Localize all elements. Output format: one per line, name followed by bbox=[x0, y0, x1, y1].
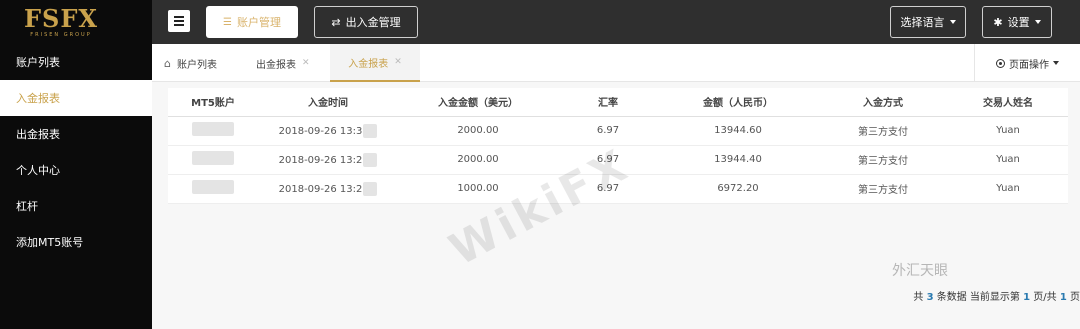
sidebar: FSFX FRISEN GROUP 账户列表 入金报表 出金报表 个人中心 杠杆… bbox=[0, 0, 152, 329]
sidebar-item-label: 账户列表 bbox=[16, 56, 60, 69]
column-header: 交易人姓名 bbox=[948, 88, 1068, 117]
sidebar-item-personal-center[interactable]: 个人中心 bbox=[0, 152, 152, 188]
redacted-segment bbox=[363, 123, 378, 138]
usd-cell: 1000.00 bbox=[398, 174, 558, 204]
sidebar-item-deposit-report[interactable]: 入金报表 bbox=[0, 80, 152, 116]
close-icon[interactable]: ✕ bbox=[394, 57, 402, 67]
time-cell: 2018-09-26 13:3 bbox=[258, 116, 398, 146]
brand-logo[interactable]: FSFX FRISEN GROUP bbox=[0, 0, 152, 44]
fund-management-button[interactable]: ⇄ 出入金管理 bbox=[314, 6, 418, 38]
close-icon[interactable]: ✕ bbox=[302, 58, 310, 68]
fund-management-label: 出入金管理 bbox=[345, 16, 401, 29]
hamburger-menu-icon[interactable] bbox=[168, 10, 190, 32]
logo-tagline: FRISEN GROUP bbox=[30, 31, 92, 38]
wechat-watermark: 外汇天眼 bbox=[892, 263, 948, 279]
deposit-table: MT5账户 入金时间 入金金额（美元） 汇率 金额（人民币） 入金方式 交易人姓… bbox=[168, 88, 1068, 204]
tab-account-list[interactable]: ⌂ 账户列表 bbox=[164, 44, 217, 82]
rate-cell: 6.97 bbox=[558, 174, 658, 204]
pager-suffix: 页 bbox=[1070, 292, 1080, 303]
time-cell: 2018-09-26 13:2 bbox=[258, 174, 398, 204]
pager-prefix: 共 bbox=[913, 292, 924, 303]
account-management-button[interactable]: ☰ 账户管理 bbox=[206, 6, 298, 38]
method-cell: 第三方支付 bbox=[818, 116, 948, 146]
sidebar-item-label: 入金报表 bbox=[16, 92, 60, 105]
table-row: 2018-09-26 13:3 2000.00 6.97 13944.60 第三… bbox=[168, 116, 1068, 146]
cny-cell: 13944.60 bbox=[658, 116, 818, 146]
language-label: 选择语言 bbox=[900, 16, 945, 29]
tab-label: 出金报表 bbox=[256, 59, 296, 71]
account-cell bbox=[168, 116, 258, 146]
pager-total: 3 bbox=[926, 292, 934, 303]
tab-label: 账户列表 bbox=[176, 59, 217, 71]
time-cell: 2018-09-26 13:2 bbox=[258, 145, 398, 175]
column-header: 入金金额（美元） bbox=[398, 88, 558, 117]
language-select-button[interactable]: 选择语言 bbox=[890, 6, 966, 38]
column-header: MT5账户 bbox=[168, 88, 258, 117]
pager-slash: 页/共 bbox=[1033, 292, 1057, 303]
usd-cell: 2000.00 bbox=[398, 145, 558, 175]
home-icon: ⌂ bbox=[164, 56, 171, 70]
page-operations-button[interactable]: 页面操作 bbox=[974, 44, 1080, 82]
table-row: 2018-09-26 13:2 2000.00 6.97 13944.40 第三… bbox=[168, 145, 1068, 175]
table-row: 2018-09-26 13:2 1000.00 6.97 6972.20 第三方… bbox=[168, 174, 1068, 204]
sidebar-item-label: 个人中心 bbox=[16, 164, 60, 177]
time-value: 2018-09-26 13:3 bbox=[278, 125, 363, 137]
caret-down-icon bbox=[949, 20, 956, 24]
pager-pages: 1 bbox=[1059, 292, 1067, 303]
tab-deposit-report[interactable]: 入金报表 ✕ bbox=[330, 44, 420, 82]
redacted-segment bbox=[363, 152, 378, 167]
column-header: 汇率 bbox=[558, 88, 658, 117]
redacted-account bbox=[192, 151, 234, 165]
name-cell: Yuan bbox=[948, 145, 1068, 175]
time-value: 2018-09-26 13:2 bbox=[278, 183, 363, 195]
settings-button[interactable]: ✱ 设置 bbox=[982, 6, 1052, 38]
exchange-icon: ⇄ bbox=[331, 15, 341, 29]
redacted-segment bbox=[363, 181, 378, 196]
app-root: FSFX FRISEN GROUP 账户列表 入金报表 出金报表 个人中心 杠杆… bbox=[0, 0, 1080, 329]
name-cell: Yuan bbox=[948, 174, 1068, 204]
radio-icon bbox=[996, 58, 1005, 68]
cny-cell: 13944.40 bbox=[658, 145, 818, 175]
redacted-account bbox=[192, 180, 234, 194]
redacted-account bbox=[192, 122, 234, 136]
sidebar-item-withdraw-report[interactable]: 出金报表 bbox=[0, 116, 152, 152]
sidebar-item-account-list[interactable]: 账户列表 bbox=[0, 44, 152, 80]
sidebar-item-add-mt5[interactable]: 添加MT5账号 bbox=[0, 224, 152, 260]
main-content: MT5账户 入金时间 入金金额（美元） 汇率 金额（人民币） 入金方式 交易人姓… bbox=[152, 82, 1080, 329]
logo-text: FSFX bbox=[23, 3, 99, 33]
sidebar-item-leverage[interactable]: 杠杆 bbox=[0, 188, 152, 224]
pager-current: 1 bbox=[1023, 292, 1031, 303]
pager-middle: 条数据 当前显示第 bbox=[936, 292, 1020, 303]
usd-cell: 2000.00 bbox=[398, 116, 558, 146]
caret-down-icon bbox=[1053, 61, 1059, 65]
tab-withdraw-report[interactable]: 出金报表 ✕ bbox=[256, 44, 310, 82]
account-management-label: 账户管理 bbox=[236, 16, 281, 29]
column-header: 入金方式 bbox=[818, 88, 948, 117]
account-cell bbox=[168, 145, 258, 175]
tab-label: 入金报表 bbox=[348, 58, 389, 70]
settings-label: 设置 bbox=[1007, 16, 1030, 29]
caret-down-icon bbox=[1034, 20, 1041, 24]
name-cell: Yuan bbox=[948, 116, 1068, 146]
table-header-row: MT5账户 入金时间 入金金额（美元） 汇率 金额（人民币） 入金方式 交易人姓… bbox=[168, 88, 1068, 117]
rate-cell: 6.97 bbox=[558, 116, 658, 146]
sidebar-item-label: 杠杆 bbox=[16, 200, 38, 213]
column-header: 金额（人民币） bbox=[658, 88, 818, 117]
account-cell bbox=[168, 174, 258, 204]
sidebar-item-label: 添加MT5账号 bbox=[16, 236, 84, 249]
method-cell: 第三方支付 bbox=[818, 174, 948, 204]
account-management-icon: ☰ bbox=[223, 16, 232, 28]
gear-icon: ✱ bbox=[993, 15, 1003, 29]
page-operations-label: 页面操作 bbox=[1009, 59, 1049, 71]
rate-cell: 6.97 bbox=[558, 145, 658, 175]
column-header: 入金时间 bbox=[258, 88, 398, 117]
method-cell: 第三方支付 bbox=[818, 145, 948, 175]
cny-cell: 6972.20 bbox=[658, 174, 818, 204]
top-bar: ☰ 账户管理 ⇄ 出入金管理 选择语言 ✱ 设置 bbox=[152, 0, 1080, 44]
tab-bar: ⌂ 账户列表 出金报表 ✕ 入金报表 ✕ 页面操作 bbox=[152, 44, 1080, 82]
sidebar-item-label: 出金报表 bbox=[16, 128, 60, 141]
time-value: 2018-09-26 13:2 bbox=[278, 154, 363, 166]
pagination-summary: 共 3 条数据 当前显示第 1 页/共 1 页 bbox=[913, 288, 1080, 303]
